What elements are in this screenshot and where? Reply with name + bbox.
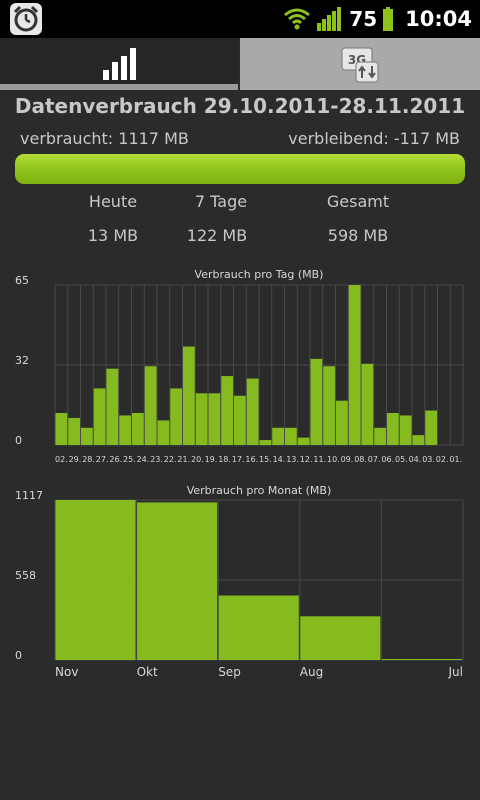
tab-bar: 3G [0, 38, 480, 90]
daily-bar [310, 358, 323, 445]
daily-bar [297, 437, 310, 445]
daily-bar [221, 376, 233, 445]
daily-x-tick-label: 03. [422, 455, 435, 464]
daily-x-tick-label: 02. [436, 455, 449, 464]
signal-strength-icon [317, 7, 343, 31]
daily-bar [183, 346, 195, 445]
daily-x-tick-label: 28. [82, 455, 95, 464]
wifi-icon [283, 7, 311, 31]
daily-bar [425, 410, 437, 445]
daily-x-tick-label: 21. [177, 455, 190, 464]
daily-bar [132, 413, 144, 445]
monthly-x-tick-label: Nov [55, 665, 78, 679]
daily-bar [144, 366, 157, 445]
daily-bar [170, 388, 182, 445]
stat-7days-label: 7 Tage [194, 192, 248, 211]
period-title: Datenverbrauch 29.10.2011-28.11.2011 [14, 94, 466, 118]
monthly-bar [137, 502, 218, 660]
daily-x-tick-label: 27. [96, 455, 109, 464]
daily-bar [361, 363, 374, 445]
daily-x-tick-label: 22. [164, 455, 177, 464]
monthly-bar [55, 500, 136, 660]
daily-x-tick-label: 05. [395, 455, 408, 464]
daily-x-tick-label: 08. [354, 455, 367, 464]
stat-total-label: Gesamt [326, 192, 390, 211]
daily-x-tick-label: 16. [245, 455, 258, 464]
monthly-usage-chart: Nov Okt Sep Aug Jul [54, 499, 464, 679]
monthly-x-tick-label: Okt [137, 665, 158, 679]
daily-x-tick-label: 17. [232, 455, 245, 464]
daily-x-tick-label: 15. [259, 455, 272, 464]
daily-bar [374, 427, 386, 445]
daily-bar [336, 400, 348, 445]
stat-7days-value: 122 MB [186, 226, 248, 245]
monthly-x-tick-label: Jul [448, 665, 463, 679]
tab-usage[interactable] [0, 38, 238, 90]
daily-x-tick-label: 24. [137, 455, 150, 464]
daily-x-tick-label: 07. [368, 455, 381, 464]
daily-bar [412, 435, 425, 445]
daily-bar [157, 420, 170, 445]
daily-bar [387, 413, 399, 445]
tab-network[interactable]: 3G [240, 38, 480, 90]
remaining-label: verbleibend: -117 MB [288, 129, 460, 148]
battery-percent: 75 [349, 7, 378, 31]
daily-bar [93, 388, 106, 445]
daily-bar [81, 427, 93, 445]
stat-total-value: 598 MB [327, 226, 389, 245]
daily-bar [234, 395, 246, 445]
daily-bar [119, 415, 131, 445]
daily-x-tick-label: 23. [150, 455, 163, 464]
daily-bar [195, 393, 208, 445]
daily-bar [68, 417, 80, 445]
daily-x-tick-label: 04. [409, 455, 422, 464]
daily-x-tick-label: 09. [341, 455, 354, 464]
daily-bar [285, 427, 297, 445]
monthly-bar [218, 595, 299, 660]
alarm-clock-icon [10, 3, 42, 35]
daily-bar [55, 413, 68, 445]
daily-bar [272, 427, 284, 445]
daily-bar [399, 415, 412, 445]
daily-x-tick-label: 19. [205, 455, 218, 464]
daily-bar [106, 368, 119, 445]
monthly-bar [300, 616, 381, 660]
monthly-bar [381, 659, 462, 660]
usage-progress-bar [15, 154, 465, 184]
daily-x-tick-label: 14. [273, 455, 286, 464]
daily-x-tick-label: 29. [69, 455, 82, 464]
daily-x-tick-label: 01. [449, 455, 462, 464]
daily-bar [259, 440, 272, 445]
daily-x-tick-label: 20. [191, 455, 204, 464]
daily-x-tick-label: 02. [55, 455, 68, 464]
battery-icon [383, 7, 394, 31]
daily-x-tick-label: 12. [300, 455, 313, 464]
daily-x-tick-label: 13. [286, 455, 299, 464]
monthly-x-tick-label: Aug [300, 665, 323, 679]
status-bar: 75 10:04 [0, 0, 480, 38]
daily-bar [348, 285, 361, 445]
daily-x-tick-label: 26. [109, 455, 122, 464]
daily-x-tick-label: 06. [381, 455, 394, 464]
daily-x-tick-label: 18. [218, 455, 231, 464]
daily-bar [323, 366, 335, 445]
daily-x-tick-label: 25. [123, 455, 136, 464]
daily-x-tick-label: 11. [313, 455, 326, 464]
daily-bar [246, 378, 259, 445]
daily-x-tick-label: 10. [327, 455, 340, 464]
daily-usage-chart: 02. 29. 28. 27. 26. 25. 24. 23. 22. 21. 20. 19. 18. 1… [54, 284, 464, 464]
used-label: verbraucht: 1117 MB [20, 129, 189, 148]
daily-bar [208, 393, 221, 445]
clock: 10:04 [405, 7, 472, 31]
monthly-x-tick-label: Sep [218, 665, 241, 679]
